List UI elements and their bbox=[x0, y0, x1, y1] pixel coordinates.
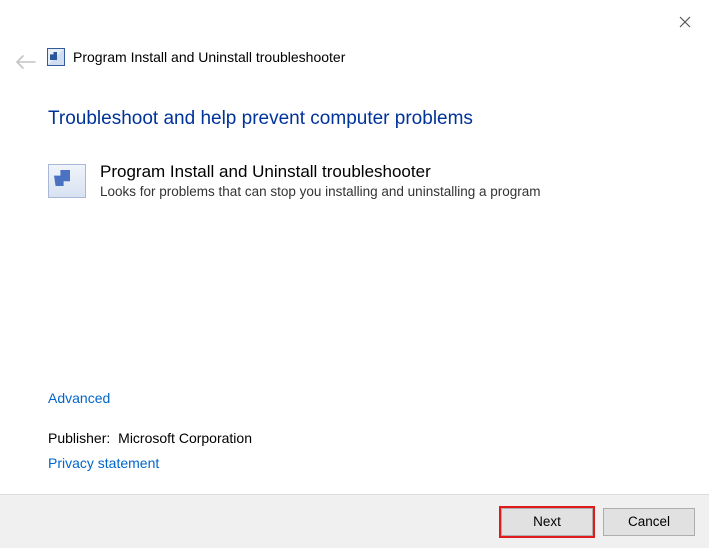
troubleshooter-name: Program Install and Uninstall troublesho… bbox=[100, 162, 541, 182]
app-icon bbox=[47, 48, 65, 66]
troubleshooter-item: Program Install and Uninstall troublesho… bbox=[48, 162, 669, 199]
page-heading: Troubleshoot and help prevent computer p… bbox=[48, 108, 669, 130]
window-title: Program Install and Uninstall troublesho… bbox=[73, 49, 345, 65]
window-title-row: Program Install and Uninstall troublesho… bbox=[47, 48, 345, 66]
troubleshooter-description: Looks for problems that can stop you ins… bbox=[100, 184, 541, 199]
title-bar bbox=[0, 0, 709, 40]
back-button bbox=[14, 50, 38, 74]
main-content: Troubleshoot and help prevent computer p… bbox=[48, 108, 669, 211]
advanced-link[interactable]: Advanced bbox=[48, 390, 110, 406]
troubleshooter-text: Program Install and Uninstall troublesho… bbox=[100, 162, 541, 199]
publisher-value: Microsoft Corporation bbox=[118, 430, 252, 446]
close-icon bbox=[679, 16, 691, 28]
publisher-row: Publisher: Microsoft Corporation bbox=[48, 430, 252, 446]
publisher-label: Publisher: bbox=[48, 430, 110, 446]
privacy-link[interactable]: Privacy statement bbox=[48, 455, 159, 471]
next-button[interactable]: Next bbox=[501, 508, 593, 536]
close-button[interactable] bbox=[673, 10, 697, 34]
troubleshooter-icon bbox=[48, 164, 86, 198]
cancel-button[interactable]: Cancel bbox=[603, 508, 695, 536]
back-arrow-icon bbox=[16, 55, 36, 69]
footer-bar: Next Cancel bbox=[0, 494, 709, 548]
